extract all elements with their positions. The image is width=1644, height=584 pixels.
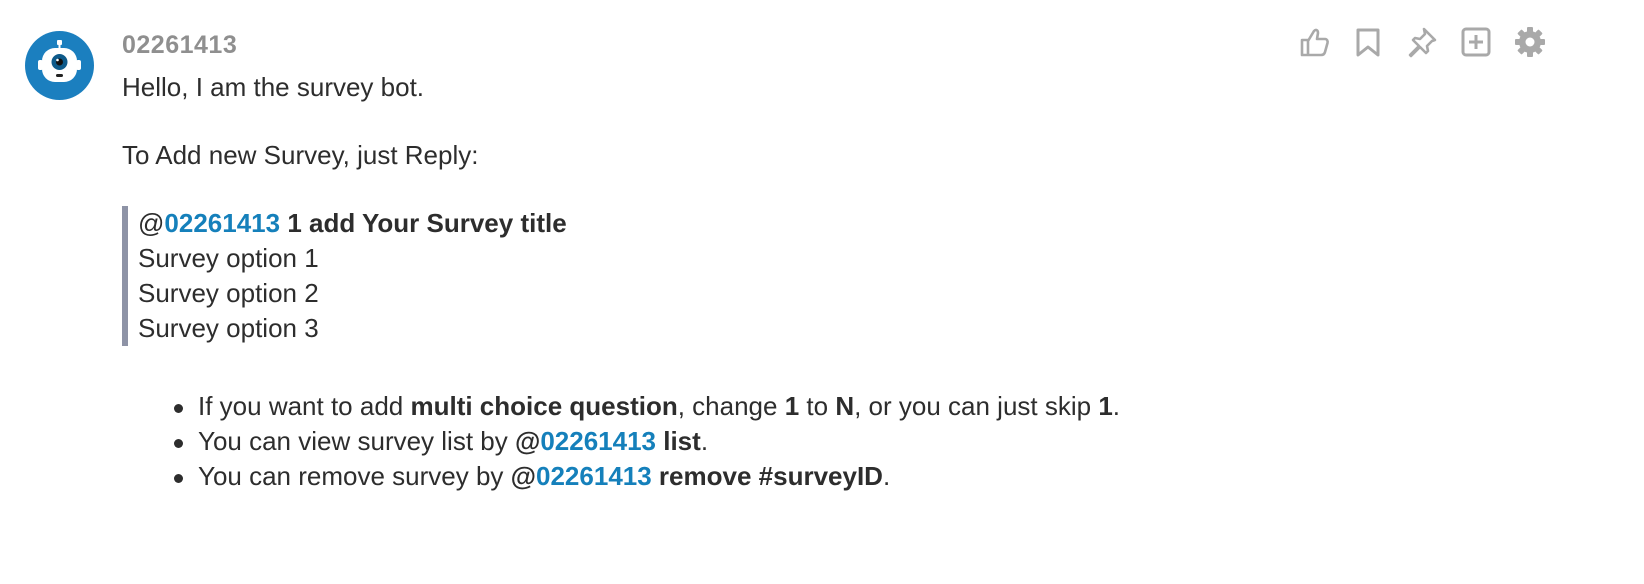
robot-icon — [38, 40, 81, 82]
instruction-list: If you want to add multi choice question… — [122, 389, 1522, 494]
list-item: You can remove survey by @02261413 remov… — [174, 459, 1522, 494]
message-body: Hello, I am the survey bot. To Add new S… — [122, 70, 1522, 494]
instructions-intro: To Add new Survey, just Reply: — [122, 140, 479, 170]
bot-mention[interactable]: 02261413 — [540, 426, 656, 456]
list-item: You can view survey list by @02261413 li… — [174, 424, 1522, 459]
message-actions — [1298, 24, 1546, 60]
quote-option-line: Survey option 1 — [138, 243, 319, 273]
list-item: If you want to add multi choice question… — [174, 389, 1522, 424]
add-reaction-icon — [1461, 27, 1491, 57]
greeting-text: Hello, I am the survey bot. — [122, 72, 425, 102]
bot-mention[interactable]: 02261413 — [536, 461, 652, 491]
bot-avatar[interactable] — [25, 31, 94, 100]
bookmark-button[interactable] — [1352, 24, 1384, 60]
quote-option-line: Survey option 2 — [138, 278, 319, 308]
pin-icon — [1408, 27, 1437, 58]
settings-button[interactable] — [1514, 24, 1546, 60]
at-sign: @ — [138, 208, 165, 238]
like-button[interactable] — [1298, 24, 1330, 60]
gear-icon — [1515, 27, 1545, 57]
pin-button[interactable] — [1406, 24, 1438, 60]
quote-command-line: @02261413 1 add Your Survey title — [138, 206, 1522, 241]
quote-option-line: Survey option 3 — [138, 313, 319, 343]
command-text: 1 add Your Survey title — [287, 208, 567, 238]
add-reaction-button[interactable] — [1460, 24, 1492, 60]
bookmark-icon — [1356, 28, 1380, 57]
bot-mention[interactable]: 02261413 — [164, 208, 280, 238]
thumbs-up-icon — [1300, 28, 1329, 57]
message-username[interactable]: 02261413 — [122, 31, 237, 60]
blockquote: @02261413 1 add Your Survey title Survey… — [122, 206, 1522, 346]
